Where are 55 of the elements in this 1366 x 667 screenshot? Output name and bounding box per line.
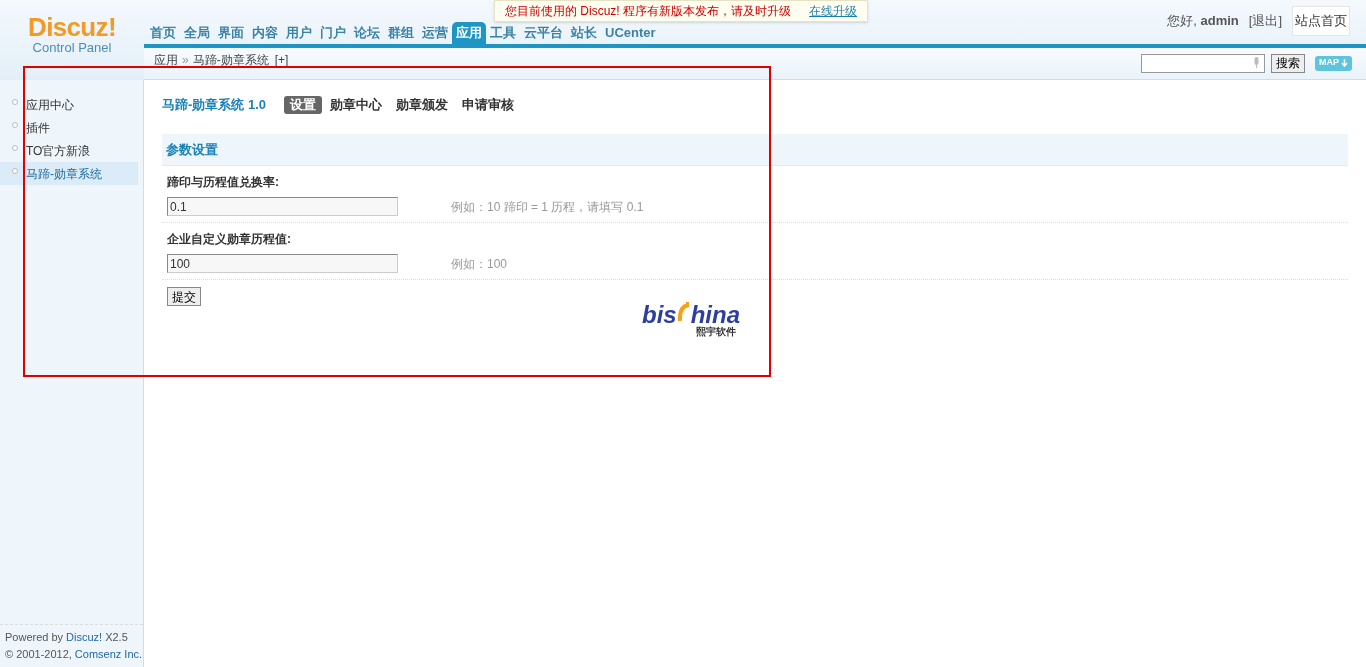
text-input[interactable]: 0.1 xyxy=(167,197,398,216)
footer-text: © 2001-2012, xyxy=(5,647,72,662)
plugin-tab[interactable]: 设置 xyxy=(284,96,322,114)
sidebar-item[interactable]: TO官方新浪 xyxy=(0,139,138,162)
section-header: 参数设置 xyxy=(162,134,1348,166)
nav-tab[interactable]: 运营 xyxy=(418,22,452,44)
bullet-icon xyxy=(12,98,18,105)
nav-tab[interactable]: 应用 xyxy=(452,22,486,44)
sidebar-item[interactable]: 马蹄-勋章系统 xyxy=(0,162,138,185)
nav-tab[interactable]: 群组 xyxy=(384,22,418,44)
nav-tab[interactable]: 界面 xyxy=(214,22,248,44)
bullet-icon xyxy=(12,121,18,128)
nav-tab[interactable]: 门户 xyxy=(316,22,350,44)
submit-button[interactable]: 提交 xyxy=(167,287,201,306)
search-button[interactable]: 搜索 xyxy=(1271,53,1305,73)
field-hint: 例如：100 xyxy=(451,255,508,273)
plugin-title: 马蹄-勋章系统 1.0 xyxy=(162,96,266,115)
logo-wordmark: Discuz! xyxy=(28,14,116,40)
breadcrumb-link[interactable]: 应用 xyxy=(154,53,178,67)
breadcrumb-separator: » xyxy=(182,53,189,67)
bischina-logo: bis hina 熙宇软件 xyxy=(640,302,740,337)
logo-subtitle: Control Panel xyxy=(32,41,112,55)
notice-text: 您目前使用的 Discuz! 程序有新版本发布，请及时升级 xyxy=(505,3,791,20)
field-hint: 例如：10 蹄印 = 1 历程，请填写 0.1 xyxy=(451,198,644,216)
text-input[interactable]: 100 xyxy=(167,254,398,273)
nav-tab[interactable]: 云平台 xyxy=(520,22,567,44)
site-home-button[interactable]: 站点首页 xyxy=(1292,6,1350,36)
bullet-icon xyxy=(12,144,18,151)
bullet-icon xyxy=(12,167,18,174)
footer-text: Powered by xyxy=(5,630,64,645)
sidebar-item[interactable]: 插件 xyxy=(0,116,138,139)
upgrade-link[interactable]: 在线升级 xyxy=(809,2,857,20)
nav-tab[interactable]: 站长 xyxy=(567,22,601,44)
nav-tab[interactable]: 用户 xyxy=(282,22,316,44)
greeting-text: 您好, admin xyxy=(1167,12,1239,31)
nav-tab[interactable]: 内容 xyxy=(248,22,282,44)
footer-link[interactable]: Discuz! xyxy=(66,629,103,646)
nav-tab[interactable]: 论坛 xyxy=(350,22,384,44)
nav-tab[interactable]: 首页 xyxy=(146,22,180,44)
breadcrumb-current: 马蹄-勋章系统 xyxy=(192,53,269,67)
nav-tab[interactable]: UCenter xyxy=(601,22,660,44)
plugin-tab[interactable]: 勋章颁发 xyxy=(390,96,454,114)
field-label: 蹄印与历程值兑换率: xyxy=(167,174,280,191)
nav-tab[interactable]: 全局 xyxy=(180,22,214,44)
field-label: 企业自定义勋章历程值: xyxy=(167,231,292,248)
footer-text: X2.5 xyxy=(105,630,128,645)
nav-tab[interactable]: 工具 xyxy=(486,22,520,44)
plugin-tab[interactable]: 勋章中心 xyxy=(324,96,388,114)
sidebar-item[interactable]: 应用中心 xyxy=(0,93,138,116)
plugin-tab[interactable]: 申请审核 xyxy=(456,96,520,114)
down-arrow-icon xyxy=(1341,59,1348,67)
microphone-icon xyxy=(1253,57,1260,69)
logout-link[interactable]: [退出] xyxy=(1248,11,1282,31)
search-field[interactable] xyxy=(1141,53,1265,73)
footer-link[interactable]: Comsenz Inc. xyxy=(74,646,143,663)
